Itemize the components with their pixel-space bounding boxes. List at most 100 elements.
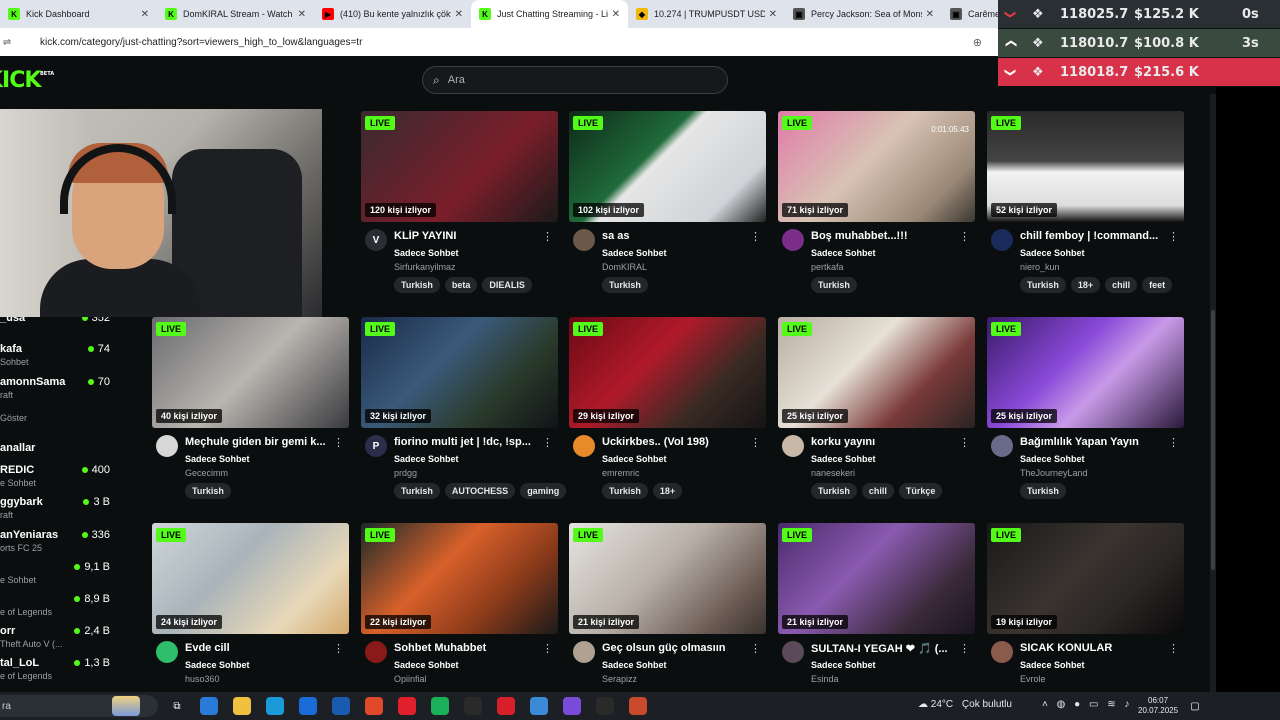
streamer-avatar[interactable] [782, 641, 804, 663]
notification-icon[interactable]: ▢ [1186, 697, 1204, 715]
taskbar-app-icon[interactable] [365, 697, 383, 715]
taskbar-search-input[interactable]: ra [0, 695, 158, 717]
stream-card[interactable]: LIVE 19 kişi izliyor SICAK KONULAR ⋮ Sadece … [987, 523, 1185, 692]
weather-widget[interactable]: ☁ 24°C Çok bulutlu [918, 699, 1012, 710]
more-options-icon[interactable]: ⋮ [333, 436, 344, 449]
stream-category[interactable]: Sadece Sohbet [811, 454, 876, 464]
stream-title[interactable]: Bağımlılık Yapan Yayın [1020, 436, 1170, 448]
taskbar-clock[interactable]: 06:07 20.07.2025 [1138, 696, 1178, 716]
streamer-avatar[interactable] [991, 435, 1013, 457]
taskbar-app-icon[interactable] [596, 697, 614, 715]
address-bar[interactable]: ⇌ kick.com/category/just-chatting?sort=v… [0, 28, 1000, 56]
stream-tag[interactable]: Turkish [394, 483, 440, 499]
streamer-avatar[interactable] [991, 641, 1013, 663]
stream-title[interactable]: Meçhule giden bir gemi k... [185, 436, 335, 448]
stream-tag[interactable]: AUTOCHESS [444, 483, 516, 499]
browser-tab[interactable]: ▣Carême 1. Sezon✕ [942, 0, 1000, 28]
streamer-avatar[interactable]: V [365, 229, 387, 251]
stream-title[interactable]: Sohbet Muhabbet [394, 642, 544, 654]
streamer-username[interactable]: niero_kun [1020, 262, 1060, 272]
streamer-avatar[interactable] [782, 229, 804, 251]
streamer-avatar[interactable] [573, 229, 595, 251]
browser-tab[interactable]: ◆ 10.274 | TRUMPUSDT USD⊙-M ✕ [628, 0, 785, 28]
more-options-icon[interactable]: ⋮ [1168, 642, 1179, 655]
stream-title[interactable]: fiorino multi jet | !dc, !sp... [394, 436, 544, 448]
stream-thumbnail[interactable]: LIVE 29 kişi izliyor [569, 317, 766, 428]
stream-title[interactable]: sa as [602, 230, 752, 242]
tab-close-icon[interactable]: ✕ [769, 9, 777, 20]
stream-tag[interactable]: feet [1142, 277, 1173, 293]
tab-close-icon[interactable]: ✕ [141, 9, 149, 20]
stream-thumbnail[interactable]: LIVE 52 kişi izliyor [987, 111, 1184, 222]
more-options-icon[interactable]: ⋮ [750, 642, 761, 655]
sidebar-channel-name[interactable]: ggybark [0, 496, 43, 508]
streamer-username[interactable]: prdgg [394, 468, 417, 478]
sidebar-show-more[interactable]: Göster [0, 413, 27, 423]
stream-title[interactable]: Evde cill [185, 642, 335, 654]
stream-card[interactable]: LIVE 40 kişi izliyor Meçhule giden bir gem… [152, 317, 350, 513]
streamer-username[interactable]: TheJourneyLand [1020, 468, 1088, 478]
stream-tag[interactable]: beta [444, 277, 478, 293]
stream-thumbnail[interactable]: LIVE 21 kişi izliyor [778, 523, 975, 634]
streamer-avatar[interactable] [782, 435, 804, 457]
streamer-username[interactable]: pertkafa [811, 262, 844, 272]
stream-thumbnail[interactable]: LIVE 21 kişi izliyor [569, 523, 766, 634]
stream-tag[interactable]: Turkish [602, 277, 648, 293]
more-options-icon[interactable]: ⋮ [750, 436, 761, 449]
stream-card[interactable]: LIVE 29 kişi izliyor Uckirkbes.. (Vol 198)… [569, 317, 767, 513]
stream-tag[interactable]: 18+ [652, 483, 683, 499]
taskbar-app-icon[interactable] [563, 697, 581, 715]
stream-category[interactable]: Sadece Sohbet [811, 248, 876, 258]
stream-title[interactable]: Uckirkbes.. (Vol 198) [602, 436, 752, 448]
browser-tab[interactable]: K DomKIRAL Stream - Watch Liv ✕ [157, 0, 314, 28]
taskbar-app-icon[interactable] [398, 697, 416, 715]
streamer-username[interactable]: Gececimm [185, 468, 228, 478]
streamer-avatar[interactable] [573, 641, 595, 663]
tray-chevron-icon[interactable]: ˄ [1042, 699, 1051, 710]
more-options-icon[interactable]: ⋮ [1168, 230, 1179, 243]
taskbar-app-icon[interactable] [233, 697, 251, 715]
streamer-avatar[interactable]: P [365, 435, 387, 457]
url-text[interactable]: kick.com/category/just-chatting?sort=vie… [40, 37, 362, 48]
more-options-icon[interactable]: ⋮ [1168, 436, 1179, 449]
stream-card[interactable]: LIVE 102 kişi izliyor sa as ⋮ Sadece Sohbet D… [569, 111, 767, 307]
stream-card[interactable]: LIVE 21 kişi izliyor Geç olsun güç olmasıı… [569, 523, 767, 692]
search-input[interactable]: ⌕ Ara [422, 66, 728, 94]
stream-title[interactable]: KLİP YAYINI [394, 230, 544, 242]
taskbar-app-icon[interactable] [629, 697, 647, 715]
stream-category[interactable]: Sadece Sohbet [185, 454, 250, 464]
stream-card[interactable]: LIVE 32 kişi izliyor Pfiorino multi jet | … [361, 317, 567, 513]
taskbar-app-icon[interactable] [464, 697, 482, 715]
more-options-icon[interactable]: ⋮ [333, 642, 344, 655]
taskbar-app-icon[interactable] [266, 697, 284, 715]
streamer-username[interactable]: DomKIRAL [602, 262, 647, 272]
taskbar-app-icon[interactable] [530, 697, 548, 715]
stream-category[interactable]: Sadece Sohbet [1020, 454, 1085, 464]
stream-tag[interactable]: Turkish [1020, 277, 1066, 293]
stream-card[interactable]: LIVE 71 kişi izliyor 0:01:05:43 Boş muhabbe… [778, 111, 976, 307]
stream-tag[interactable]: chill [1105, 277, 1138, 293]
sidebar-channel-name[interactable]: REDIC [0, 464, 34, 476]
stream-card[interactable]: LIVE 52 kişi izliyor chill femboy | !comma… [987, 111, 1185, 307]
browser-tab[interactable]: ▶ (410) Bu kente yalnızlık çöktü ✕ [314, 0, 471, 28]
stream-thumbnail[interactable]: LIVE 32 kişi izliyor [361, 317, 558, 428]
stream-card[interactable]: LIVE 22 kişi izliyor Sohbet Muhabbet ⋮ Sadec… [361, 523, 559, 692]
stream-tag[interactable]: Turkish [185, 483, 231, 499]
mic-icon[interactable]: ● [1074, 699, 1083, 710]
tab-close-icon[interactable]: ✕ [926, 9, 934, 20]
stream-title[interactable]: Geç olsun güç olmasıın [602, 642, 752, 654]
wifi-icon[interactable]: ≋ [1107, 699, 1118, 710]
streamer-avatar[interactable] [156, 641, 178, 663]
more-options-icon[interactable]: ⋮ [959, 436, 970, 449]
stream-category[interactable]: Sadece Sohbet [185, 660, 250, 670]
streamer-username[interactable]: Sirfurkanyilmaz [394, 262, 456, 272]
streamer-username[interactable]: Opiinfial [394, 674, 427, 684]
stream-tag[interactable]: DIEALIS [482, 277, 532, 293]
sidebar-channel-name[interactable]: kafa [0, 343, 22, 355]
more-options-icon[interactable]: ⋮ [959, 642, 970, 655]
stream-thumbnail[interactable]: LIVE 120 kişi izliyor [361, 111, 558, 222]
system-tray[interactable]: ˄ ◍ ● ▭ ≋ ♪ [1042, 699, 1132, 710]
stream-title[interactable]: chill femboy | !command... [1020, 230, 1170, 242]
more-options-icon[interactable]: ⋮ [750, 230, 761, 243]
page-scrollbar-thumb[interactable] [1211, 310, 1215, 570]
